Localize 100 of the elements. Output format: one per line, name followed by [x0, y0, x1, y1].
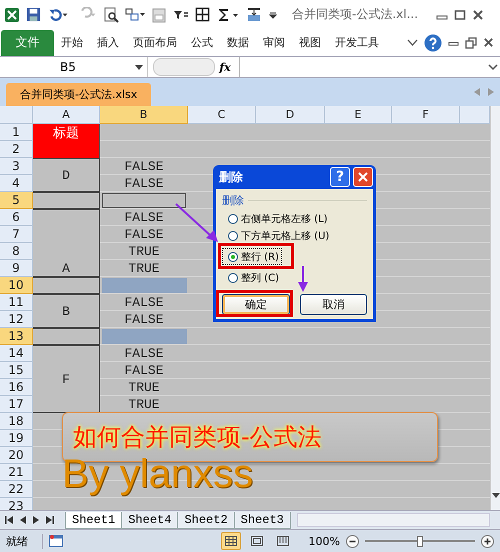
zoom-out-icon[interactable]	[346, 534, 359, 548]
radio-option[interactable]: 右侧单元格左移 (L)	[222, 210, 328, 228]
minimize-ribbon-icon[interactable]	[407, 38, 418, 48]
row-header[interactable]: 17	[0, 396, 33, 414]
row-header[interactable]: 3	[0, 158, 33, 176]
column-header[interactable]: C	[188, 106, 256, 124]
page-break-icon	[276, 536, 289, 546]
workbook-tab[interactable]: 合并同类项-公式法.xlsx	[6, 83, 152, 106]
close-icon[interactable]	[472, 8, 484, 21]
table-cell	[33, 328, 100, 346]
macro-record-icon[interactable]	[49, 535, 63, 548]
zoom-in-icon[interactable]	[481, 534, 494, 548]
name-box-resize-handle[interactable]	[153, 58, 215, 76]
byline: By ylanxss	[62, 454, 254, 494]
sheet-tab[interactable]: Sheet2	[177, 512, 235, 529]
layout-icon[interactable]	[125, 6, 145, 23]
last-sheet-icon[interactable]	[46, 516, 54, 524]
dialog-button[interactable]: 确定	[222, 294, 290, 316]
table-cell: 标题	[33, 124, 100, 142]
ribbon-tab[interactable]: 开始	[54, 35, 90, 50]
restore-icon[interactable]	[465, 36, 477, 49]
scroll-down-icon[interactable]	[492, 493, 500, 498]
row-header[interactable]: 12	[0, 311, 33, 328]
row-header[interactable]: 22	[0, 481, 33, 498]
group-label: 删除	[222, 193, 244, 208]
file-tab[interactable]: 文件	[1, 30, 54, 56]
sheet-tab[interactable]: Sheet4	[121, 512, 178, 529]
row-header[interactable]: 4	[0, 175, 33, 192]
radio-button[interactable]	[228, 214, 238, 224]
insert-function-button[interactable]: fx	[215, 60, 235, 74]
table-cell-text: FALSE	[123, 362, 164, 380]
help-button[interactable]: ?	[330, 167, 350, 188]
row-header[interactable]: 8	[0, 243, 33, 260]
close-icon	[358, 172, 368, 182]
selected-cell[interactable]	[102, 193, 186, 208]
row-header[interactable]: 2	[0, 141, 33, 158]
row-header[interactable]: 6	[0, 209, 33, 226]
row-header[interactable]: 16	[0, 379, 33, 396]
column-header[interactable]: B	[100, 106, 188, 124]
grid-icon	[224, 536, 237, 546]
ribbon-tab[interactable]: 开发工具	[328, 35, 386, 50]
row-header[interactable]: 23	[0, 498, 33, 510]
row-header[interactable]: 10	[0, 277, 33, 294]
radio-button[interactable]	[228, 230, 238, 241]
horizontal-scrollbar[interactable]	[296, 513, 490, 528]
slider-thumb[interactable]	[417, 536, 423, 547]
name-box[interactable]: B5	[0, 57, 148, 78]
dialog-button[interactable]: 取消	[300, 294, 367, 316]
row-header[interactable]: 18	[0, 413, 33, 430]
ribbon-tab[interactable]: 审阅	[256, 35, 292, 50]
row-header[interactable]: 1	[0, 124, 33, 142]
undo-icon[interactable]	[47, 7, 69, 22]
excel-logo-icon[interactable]	[4, 6, 20, 23]
radio-button[interactable]	[228, 252, 238, 262]
ribbon-tab[interactable]: 公式	[184, 35, 220, 50]
row-header[interactable]: 14	[0, 345, 33, 362]
view-button[interactable]	[220, 532, 241, 550]
next-sheet-icon[interactable]	[33, 516, 39, 524]
row-header[interactable]: 7	[0, 226, 33, 244]
row-header[interactable]: 9	[0, 260, 33, 278]
radio-option[interactable]: 下方单元格上移 (U)	[222, 227, 330, 244]
column-header[interactable]: E	[325, 106, 392, 124]
radio-button[interactable]	[228, 272, 238, 283]
table-cell	[33, 192, 100, 210]
row-header[interactable]: 15	[0, 362, 33, 380]
table-cell	[33, 141, 100, 158]
maximize-icon[interactable]	[454, 8, 466, 21]
row-header[interactable]: 20	[0, 447, 33, 464]
row-header[interactable]: 13	[0, 328, 33, 346]
first-sheet-icon[interactable]	[5, 516, 13, 524]
highlighted-cell[interactable]	[102, 329, 187, 344]
radio-option[interactable]: 整行 (R)	[222, 248, 282, 266]
table-cell: F	[33, 345, 100, 414]
highlighted-cell[interactable]	[102, 278, 187, 294]
row-header[interactable]: 11	[0, 294, 33, 312]
column-header[interactable]: D	[256, 106, 325, 124]
row-header[interactable]: 21	[0, 464, 33, 482]
window-title: 合并同类项-公式法.xl...	[292, 6, 418, 24]
column-header[interactable]: F	[392, 106, 460, 124]
ribbon-tab[interactable]: 插入	[90, 35, 126, 50]
sum-icon[interactable]	[216, 6, 240, 23]
previous-sheet-icon[interactable]	[20, 516, 26, 524]
radio-option[interactable]: 整列 (C)	[222, 269, 279, 286]
close-icon[interactable]	[483, 37, 494, 48]
print-preview-icon[interactable]	[103, 6, 119, 23]
help-icon[interactable]	[424, 34, 442, 52]
ribbon-tab[interactable]: 数据	[220, 35, 256, 50]
column-header[interactable]: A	[33, 106, 100, 124]
borders-icon[interactable]	[195, 7, 210, 22]
row-header[interactable]: 5	[0, 192, 33, 210]
save-icon[interactable]	[26, 7, 41, 22]
sheet-tab[interactable]: Sheet3	[234, 512, 291, 529]
insert-row-icon[interactable]	[246, 6, 262, 23]
row-header[interactable]: 19	[0, 430, 33, 448]
close-button[interactable]	[353, 167, 373, 188]
zoom-level[interactable]: 100%	[308, 534, 340, 548]
sheet-tab[interactable]: Sheet1	[65, 512, 122, 529]
status-text: 就绪	[6, 534, 43, 549]
ribbon-tab[interactable]: 页面布局	[126, 35, 184, 50]
ribbon-tab[interactable]: 视图	[292, 35, 328, 50]
